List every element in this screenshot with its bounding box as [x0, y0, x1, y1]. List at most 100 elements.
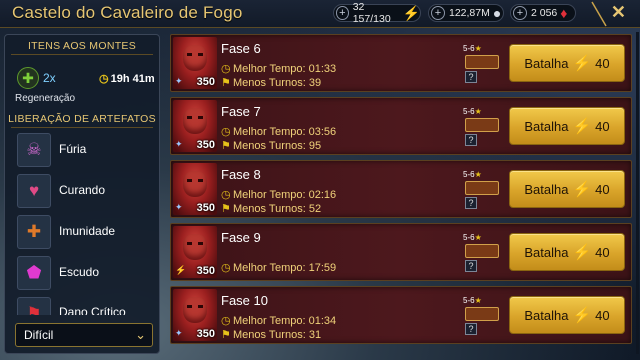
left-panel: ITENS AOS MONTES ✚ 2x ◷ 19h 41m Regeneraç… — [4, 34, 160, 354]
axe-icon: ⚑ — [17, 297, 51, 315]
best-time: ◷ Melhor Tempo: 02:16 — [221, 189, 337, 201]
stage-name: Fase 8 — [221, 167, 261, 182]
stage-list-scrollbar[interactable] — [636, 32, 639, 354]
shield-icon: ⬟ — [17, 256, 51, 290]
silver-resource[interactable]: + 122,87M ● — [428, 4, 504, 22]
skull-icon: ☠ — [17, 133, 51, 167]
fewest-turns: ⚑ Menos Turnos: 95 — [221, 140, 322, 152]
flag-icon: ⚑ — [221, 329, 231, 341]
fewest-turns: ⚑ Menos Turnos: 52 — [221, 203, 322, 215]
shield-cross-icon: ✚ — [17, 215, 51, 249]
boss-portrait: ✦ 350 — [173, 289, 217, 341]
heart-icon: ♥ — [17, 174, 51, 208]
clock-icon: ◷ — [221, 189, 231, 201]
regen-time-value: 19h 41m — [110, 73, 155, 85]
mountains-title: ITENS AOS MONTES — [27, 40, 137, 52]
artifact-label: Escudo — [59, 265, 100, 279]
question-icon: ? — [465, 134, 477, 146]
lightning-icon: ⚡ — [572, 55, 592, 72]
fewest-turns: ⚑ Menos Turnos: 31 — [221, 329, 322, 341]
lightning-icon: ⚡ — [572, 181, 592, 198]
add-silver-icon[interactable]: + — [431, 6, 445, 20]
clock-icon: ◷ — [99, 73, 109, 85]
battle-button[interactable]: Batalha ⚡ 40 — [509, 296, 625, 334]
artifact-label: Curando — [59, 183, 106, 197]
battle-button[interactable]: Batalha ⚡ 40 — [509, 170, 625, 208]
artifact-item-imunidade[interactable]: ✚ Imunidade — [17, 215, 157, 251]
artifact-label: Imunidade — [59, 224, 116, 238]
artifact-label: Fúria — [59, 142, 87, 156]
battle-button[interactable]: Batalha ⚡ 40 — [509, 44, 625, 82]
silver-value: 122,87M — [449, 7, 490, 19]
loot-preview[interactable]: 5-6★ ? — [463, 170, 499, 210]
boss-portrait: ✦ 350 — [173, 37, 217, 89]
difficulty-value: Difícil — [24, 328, 54, 342]
lightning-icon: ⚡ — [402, 4, 420, 21]
boss-level: 350 — [196, 265, 215, 277]
divider — [11, 54, 153, 55]
battle-button[interactable]: Batalha ⚡ 40 — [509, 233, 625, 271]
artifact-item-curando[interactable]: ♥ Curando — [17, 174, 157, 210]
loot-preview[interactable]: 5-6★ ? — [463, 44, 499, 84]
artifact-item-furia[interactable]: ☠ Fúria — [17, 133, 157, 169]
loot-tag: 5-6★ — [463, 296, 482, 305]
difficulty-select[interactable]: Difícil ⌄ — [15, 323, 153, 347]
add-energy-icon[interactable]: + — [336, 6, 349, 20]
energy-value: 32 157/130 — [352, 1, 391, 25]
top-bar: Castelo do Cavaleiro de Fogo + 32 157/13… — [0, 0, 640, 28]
question-icon: ? — [465, 197, 477, 209]
stage-name: Fase 10 — [221, 293, 268, 308]
best-time: ◷ Melhor Tempo: 03:56 — [221, 126, 337, 138]
page-title: Castelo do Cavaleiro de Fogo — [12, 3, 243, 22]
loot-tag: 5-6★ — [463, 107, 482, 116]
artifact-item-escudo[interactable]: ⬟ Escudo — [17, 256, 157, 292]
loot-preview[interactable]: 5-6★ ? — [463, 107, 499, 147]
question-icon: ? — [465, 260, 477, 272]
regen-multiplier: 2x — [43, 71, 56, 85]
boss-portrait: ✦ 350 — [173, 163, 217, 215]
boss-portrait: ✦ 350 — [173, 100, 217, 152]
artifact-label: Dano Crítico — [59, 305, 126, 315]
loot-tag: 5-6★ — [463, 170, 482, 179]
flag-icon: ⚑ — [221, 140, 231, 152]
chest-icon — [465, 244, 499, 258]
question-icon: ? — [465, 323, 477, 335]
gems-resource[interactable]: + 2 056 ♦ — [510, 4, 576, 22]
lightning-icon: ⚡ — [572, 307, 592, 324]
affinity-icon: ⚡ — [175, 265, 187, 275]
clock-icon: ◷ — [221, 63, 231, 75]
add-gems-icon[interactable]: + — [513, 6, 527, 20]
silver-coin-icon: ● — [492, 5, 502, 21]
loot-tag: 5-6★ — [463, 233, 482, 242]
stage-row: ✦ 350 Fase 6 ◷ Melhor Tempo: 01:33 ⚑ Menos… — [170, 34, 632, 92]
clock-icon: ◷ — [221, 315, 231, 327]
close-icon[interactable]: ✕ — [611, 2, 626, 23]
lightning-icon: ⚡ — [572, 244, 592, 261]
chest-icon — [465, 307, 499, 321]
lightning-icon: ⚡ — [572, 118, 592, 135]
clock-icon: ◷ — [221, 126, 231, 138]
chest-icon — [465, 118, 499, 132]
best-time: ◷ Melhor Tempo: 17:59 — [221, 262, 337, 274]
chest-icon — [465, 55, 499, 69]
chest-icon — [465, 181, 499, 195]
artifact-item-dano-critico[interactable]: ⚑ Dano Crítico — [17, 297, 157, 315]
stage-row: ✦ 350 Fase 10 ◷ Melhor Tempo: 01:34 ⚑ Meno… — [170, 286, 632, 344]
fewest-turns: ⚑ Menos Turnos: 39 — [221, 77, 322, 89]
regeneration-icon[interactable]: ✚ — [17, 67, 39, 89]
best-time: ◷ Melhor Tempo: 01:33 — [221, 63, 337, 75]
energy-resource[interactable]: + 32 157/130 ⚡ — [333, 1, 421, 25]
chevron-down-icon: ⌄ — [135, 327, 146, 342]
gems-value: 2 056 — [531, 7, 558, 19]
stage-row: ✦ 350 Fase 8 ◷ Melhor Tempo: 02:16 ⚑ Menos… — [170, 160, 632, 218]
stage-row: ⚡ 350 Fase 9 ◷ Melhor Tempo: 17:59 5-6★ ?… — [170, 223, 632, 281]
boss-portrait: ⚡ 350 — [173, 226, 217, 278]
divider — [11, 127, 153, 128]
stage-name: Fase 9 — [221, 230, 261, 245]
loot-preview[interactable]: 5-6★ ? — [463, 296, 499, 336]
ruby-icon: ♦ — [560, 5, 568, 21]
stage-name: Fase 6 — [221, 41, 261, 56]
loot-preview[interactable]: 5-6★ ? — [463, 233, 499, 273]
affinity-icon: ✦ — [175, 328, 183, 338]
battle-button[interactable]: Batalha ⚡ 40 — [509, 107, 625, 145]
